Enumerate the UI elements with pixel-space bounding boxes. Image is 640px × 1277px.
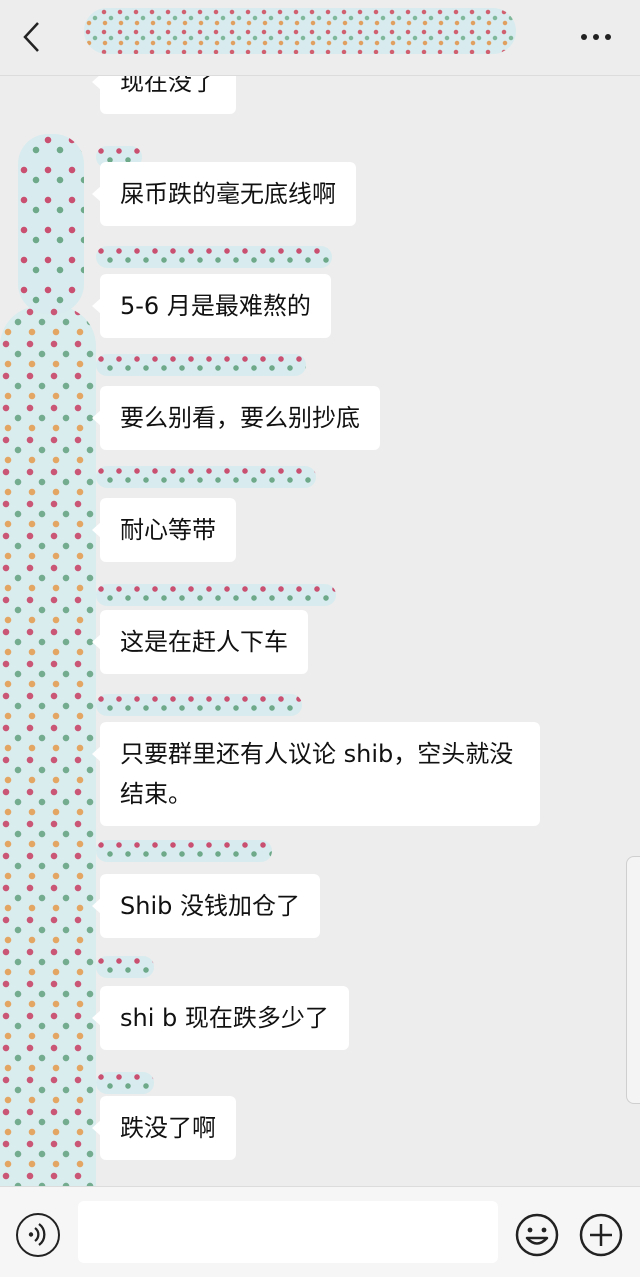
message-text: 屎币跌的毫无底线啊 [120, 180, 336, 208]
plus-icon[interactable] [579, 1213, 623, 1257]
message-bubble[interactable]: 要么别看，要么别抄底 [92, 386, 380, 450]
sender-name-redacted [96, 354, 306, 376]
message-text: 跌没了啊 [120, 1114, 216, 1142]
chat-header [0, 0, 640, 76]
message-bubble[interactable]: 现在没了 [92, 76, 236, 114]
input-bar [0, 1186, 640, 1277]
message-text: shi b 现在跌多少了 [120, 1004, 329, 1032]
message-text: 这是在赶人下车 [120, 628, 288, 656]
ellipsis-icon[interactable] [580, 33, 612, 41]
message-text: 耐心等带 [120, 516, 216, 544]
voice-icon[interactable] [16, 1213, 60, 1257]
sender-name-redacted [96, 694, 302, 716]
sender-name-redacted [96, 1072, 154, 1094]
message-bubble[interactable]: 跌没了啊 [92, 1096, 236, 1160]
message-bubble[interactable]: 屎币跌的毫无底线啊 [92, 162, 356, 226]
message-bubble[interactable]: 耐心等带 [92, 498, 236, 562]
sender-name-redacted [96, 466, 316, 488]
message-input[interactable] [78, 1201, 498, 1263]
chevron-left-icon[interactable] [18, 20, 48, 54]
message-text: 5-6 月是最难熬的 [120, 292, 311, 320]
message-text: 只要群里还有人议论 shib，空头就没结束。 [120, 740, 514, 808]
chat-title-redacted [84, 8, 516, 54]
message-text: 要么别看，要么别抄底 [120, 404, 360, 432]
avatar-column-redacted [0, 306, 96, 1186]
sender-name-redacted [96, 246, 332, 268]
message-text: Shib 没钱加仓了 [120, 892, 300, 920]
message-text: 现在没了 [120, 76, 216, 96]
avatar-redacted [18, 134, 84, 314]
sender-name-redacted [96, 840, 272, 862]
message-bubble[interactable]: 只要群里还有人议论 shib，空头就没结束。 [92, 722, 540, 826]
message-bubble[interactable]: 这是在赶人下车 [92, 610, 308, 674]
sender-name-redacted [96, 956, 154, 978]
scroll-indicator[interactable] [626, 856, 640, 1104]
sender-name-redacted [96, 584, 336, 606]
emoji-icon[interactable] [515, 1213, 559, 1257]
message-bubble[interactable]: 5-6 月是最难熬的 [92, 274, 331, 338]
message-bubble[interactable]: shi b 现在跌多少了 [92, 986, 349, 1050]
message-bubble[interactable]: Shib 没钱加仓了 [92, 874, 320, 938]
message-list[interactable]: 现在没了 屎币跌的毫无底线啊 5-6 月是最难熬的 要么别看，要么别抄底 耐心等… [0, 76, 640, 1186]
